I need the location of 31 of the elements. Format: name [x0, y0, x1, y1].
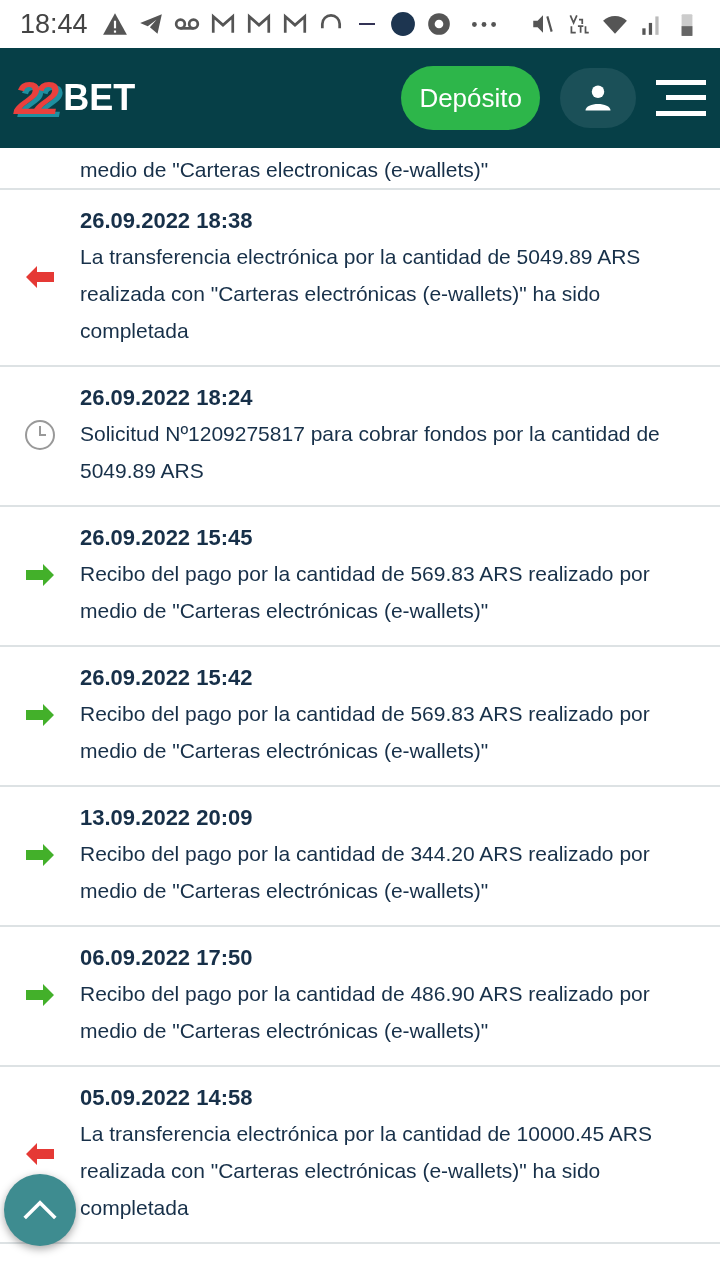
transaction-date: 05.09.2022 14:58: [80, 1084, 254, 1112]
right-arrow-icon: [26, 843, 54, 867]
transaction-date: 26.09.2022 15:42: [80, 664, 254, 692]
transaction-date: 26.09.2022 15:45: [80, 524, 254, 552]
logo[interactable]: 22 BET: [14, 71, 136, 125]
more-icon: [471, 21, 496, 27]
transaction-date: 13.09.2022 20:09: [80, 804, 254, 832]
transaction-date: 06.09.2022 17:50: [80, 944, 254, 972]
transaction-description: La transferencia electrónica por la cantidad de 5049.89 ARS realizada con "Carteras electrónicas (e-wallets)" ha sido completada: [80, 244, 642, 344]
warning-icon: [101, 11, 128, 37]
status-time: 18:44: [20, 8, 88, 40]
transaction-description: Recibo del pago por la cantidad de 344.20 ARS realizado por medio de "Carteras electrónicas (e-wallets)": [80, 841, 651, 904]
right-arrow-icon: [26, 983, 54, 1007]
right-arrow-icon: [26, 563, 54, 587]
browser-icon: [425, 11, 452, 37]
transaction-description: Recibo del pago por la cantidad de 569.83 ARS realizado por medio de "Carteras electrónicas (e-wallets)": [80, 701, 651, 764]
left-arrow-icon: [26, 264, 54, 289]
left-arrow-icon: [26, 1141, 54, 1166]
transaction-date: 26.09.2022 18:24: [80, 384, 254, 412]
transaction-description: Recibo del pago por la cantidad de 486.90 ARS realizado por medio de "Carteras electrónicas (e-wallets)": [80, 981, 651, 1044]
user-icon: [583, 83, 613, 113]
transaction-description: medio de "Carteras electronicas (e-wallets)": [80, 157, 490, 183]
transaction-description: Recibo del pago por la cantidad de 569.83 ARS realizado por medio de "Carteras electrónicas (e-wallets)": [80, 561, 651, 624]
transaction-description: La transferencia electrónica por la cantidad de 10000.45 ARS realizada con "Carteras electrónicas (e-wallets)" ha sido completada: [80, 1121, 654, 1221]
scroll-top-button[interactable]: [4, 1174, 76, 1246]
chevron-up-icon: [22, 1199, 58, 1221]
right-arrow-icon: [26, 703, 54, 727]
transaction-description: Solicitud Nº1209275817 para cobrar fondos por la cantidad de 5049.89 ARS: [80, 421, 661, 484]
transaction-date: 26.09.2022 18:38: [80, 207, 254, 235]
clock-icon: [24, 419, 56, 451]
menu-icon[interactable]: [656, 80, 706, 116]
